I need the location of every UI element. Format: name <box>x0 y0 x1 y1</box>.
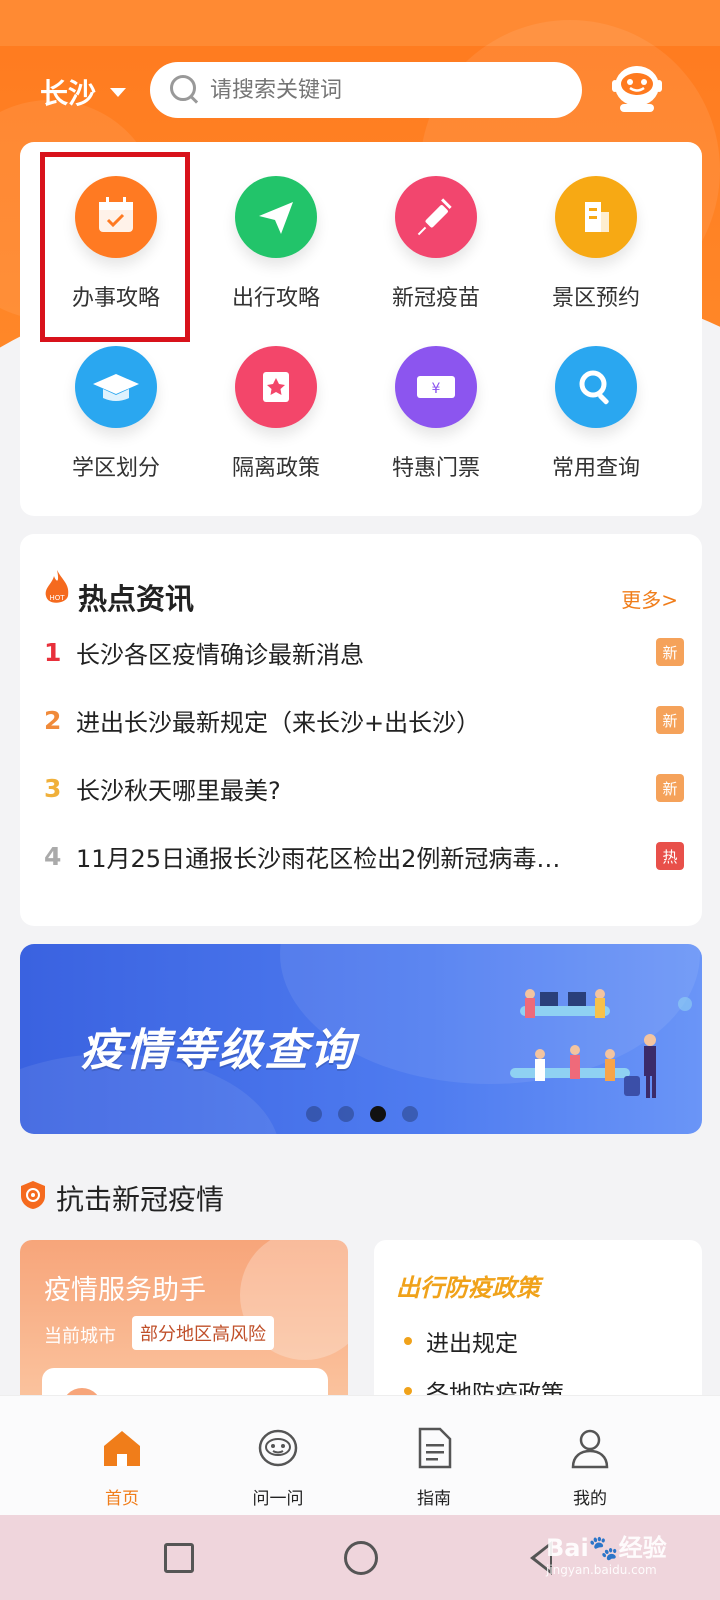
news-title: 进出长沙最新规定（来长沙+出长沙） <box>76 708 481 737</box>
news-rank: 3 <box>44 773 62 803</box>
news-item[interactable]: 2 进出长沙最新规定（来长沙+出长沙） 新 <box>44 700 684 740</box>
travel-policy-card[interactable]: 出行防疫政策 进出规定 各地防疫政策 <box>374 1240 702 1420</box>
banner-title: 疫情等级查询 <box>80 1025 356 1076</box>
carousel-dot[interactable] <box>306 1106 322 1122</box>
service-label: 特惠门票 <box>391 456 480 481</box>
tab-home[interactable]: 首页 <box>62 1396 182 1516</box>
policy-label: 进出规定 <box>426 1331 518 1357</box>
shield-icon <box>21 1181 45 1209</box>
news-item[interactable]: 3 长沙秋天哪里最美? 新 <box>44 768 684 808</box>
watermark-brand: Bai <box>546 1534 589 1562</box>
search-input[interactable] <box>210 77 570 103</box>
robot-icon <box>258 1429 298 1467</box>
document-icon <box>418 1427 452 1469</box>
watermark-url: jingyan.baidu.com <box>546 1563 657 1577</box>
card-title: 出行防疫政策 <box>396 1274 540 1302</box>
section-title: 抗击新冠疫情 <box>56 1183 225 1216</box>
hot-news-card: HOT 热点资讯 更多> 1 长沙各区疫情确诊最新消息 新 2 进出长沙最新规定… <box>20 534 702 926</box>
syringe-icon <box>395 176 477 258</box>
carousel-dot[interactable] <box>338 1106 354 1122</box>
recents-button[interactable] <box>164 1543 194 1573</box>
carousel-indicator[interactable] <box>306 1106 418 1122</box>
home-icon <box>104 1431 140 1466</box>
risk-badge: 部分地区高风险 <box>132 1316 274 1350</box>
service-scenic-button[interactable]: 景区预约 <box>516 142 676 312</box>
tab-ask[interactable]: 问一问 <box>218 1396 338 1516</box>
tab-label: 我的 <box>573 1489 607 1509</box>
user-icon <box>571 1429 609 1469</box>
news-rank: 4 <box>44 841 62 871</box>
service-label: 景区预约 <box>551 286 640 311</box>
svg-text:HOT: HOT <box>49 594 65 602</box>
carousel-dot-active[interactable] <box>370 1106 386 1122</box>
new-badge: 新 <box>656 706 684 734</box>
new-badge: 新 <box>656 774 684 802</box>
service-label: 常用查询 <box>551 456 640 481</box>
service-label: 学区划分 <box>71 456 160 481</box>
service-query-button[interactable]: 常用查询 <box>516 312 676 482</box>
hot-flame-icon: HOT <box>45 570 69 603</box>
news-title: 长沙秋天哪里最美? <box>76 776 281 805</box>
epidemic-assistant-card[interactable]: 疫情服务助手 当前城市 部分地区高风险 <box>20 1240 348 1420</box>
more-news-link[interactable]: 更多> <box>621 584 678 613</box>
search-icon <box>555 346 637 428</box>
watermark-paw-icon: 🐾 <box>588 1534 619 1562</box>
highlight-annotation <box>40 152 190 342</box>
news-item[interactable]: 1 长沙各区疫情确诊最新消息 新 <box>44 632 684 672</box>
tab-label: 问一问 <box>252 1489 304 1509</box>
tab-label: 指南 <box>417 1489 451 1509</box>
news-section-title: 热点资讯 <box>78 582 195 616</box>
paper-plane-icon <box>235 176 317 258</box>
bottom-tab-bar: 首页 问一问 指南 我的 <box>0 1395 720 1515</box>
tab-label: 首页 <box>105 1489 139 1509</box>
service-label: 隔离政策 <box>231 456 320 481</box>
chevron-down-icon <box>110 87 127 97</box>
service-vaccine-button[interactable]: 新冠疫苗 <box>356 142 516 312</box>
city-label: 长沙 <box>40 77 97 110</box>
search-bar[interactable] <box>150 62 582 118</box>
tab-mine[interactable]: 我的 <box>530 1396 650 1516</box>
search-icon <box>170 75 200 105</box>
news-rank: 2 <box>44 705 62 735</box>
service-travel-button[interactable]: 出行攻略 <box>196 142 356 312</box>
watermark-suffix: 经验 <box>618 1534 667 1562</box>
bullet-icon <box>404 1387 412 1395</box>
robot-assistant-icon[interactable] <box>610 60 664 116</box>
header: 长沙 <box>0 60 720 122</box>
policy-item[interactable]: 进出规定 <box>404 1324 518 1358</box>
tab-guide[interactable]: 指南 <box>374 1396 494 1516</box>
watermark: Bai🐾经验 jingyan.baidu.com <box>546 1528 667 1577</box>
bullet-icon <box>404 1337 412 1345</box>
epidemic-level-banner[interactable]: 疫情等级查询 <box>20 944 702 1134</box>
current-city-label: 当前城市 <box>44 1326 116 1347</box>
service-quarantine-button[interactable]: 隔离政策 <box>196 312 356 482</box>
service-tickets-button[interactable]: ¥ 特惠门票 <box>356 312 516 482</box>
svg-text:¥: ¥ <box>432 381 441 397</box>
hot-badge: 热 <box>656 842 684 870</box>
ticket-icon: ¥ <box>395 346 477 428</box>
people-illustration <box>510 989 692 1098</box>
news-item[interactable]: 4 11月25日通报长沙雨花区检出2例新冠病毒… 热 <box>44 836 684 876</box>
building-icon <box>555 176 637 258</box>
badge-icon <box>235 346 317 428</box>
carousel-dot[interactable] <box>402 1106 418 1122</box>
city-selector[interactable]: 长沙 <box>40 72 127 112</box>
news-title: 11月25日通报长沙雨花区检出2例新冠病毒… <box>76 844 561 873</box>
news-title: 长沙各区疫情确诊最新消息 <box>76 640 364 669</box>
home-button[interactable] <box>344 1541 378 1575</box>
service-label: 出行攻略 <box>231 286 320 311</box>
new-badge: 新 <box>656 638 684 666</box>
news-rank: 1 <box>44 637 62 667</box>
card-title: 疫情服务助手 <box>44 1275 206 1306</box>
graduation-cap-icon <box>75 346 157 428</box>
service-label: 新冠疫苗 <box>391 286 480 311</box>
